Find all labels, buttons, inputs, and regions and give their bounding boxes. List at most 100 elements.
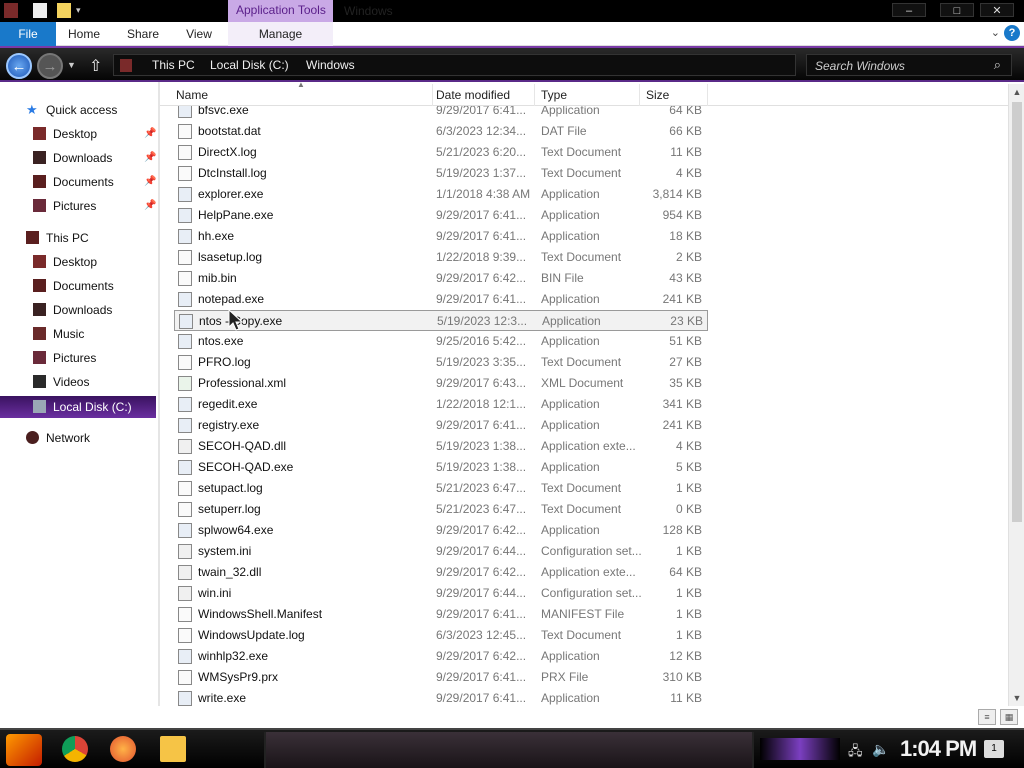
tab-home[interactable]: Home — [60, 22, 108, 46]
nav-quick-access[interactable]: ★ Quick access — [26, 99, 156, 121]
column-type[interactable]: Type — [535, 84, 640, 106]
notification-center-icon[interactable]: 1 — [984, 740, 1004, 758]
file-row[interactable]: ntos - Copy.exe 5/19/2023 12:3... Applicat… — [174, 310, 708, 331]
nav-pc-documents[interactable]: Documents — [33, 275, 156, 297]
back-button[interactable]: ← — [6, 53, 32, 79]
pin-icon: 📌 — [144, 176, 157, 187]
nav-this-pc[interactable]: This PC — [26, 227, 156, 249]
search-input[interactable]: Search Windows ⌕ — [806, 54, 1012, 76]
nav-local-disk[interactable]: Local Disk (C:) — [0, 396, 156, 418]
file-icon — [178, 565, 192, 580]
file-row[interactable]: registry.exe 9/29/2017 6:41... Application… — [174, 415, 708, 436]
search-icon[interactable]: ⌕ — [994, 57, 1001, 73]
nav-pc-music[interactable]: Music — [33, 323, 156, 345]
file-row[interactable]: bootstat.dat 6/3/2023 12:34... DAT File 66 … — [174, 121, 708, 142]
customize-toolbar-icon[interactable]: ▾ — [76, 5, 81, 16]
file-row[interactable]: Professional.xml 9/29/2017 6:43... XML Doc… — [174, 373, 708, 394]
file-row[interactable]: bfsvc.exe 9/29/2017 6:41... Application 64 … — [174, 106, 708, 121]
nav-network[interactable]: Network — [26, 427, 156, 449]
breadcrumb-this-pc[interactable]: This PC — [152, 58, 195, 72]
tab-file[interactable]: File — [0, 22, 56, 46]
file-row[interactable]: hh.exe 9/29/2017 6:41... Application 18 KB — [174, 226, 708, 247]
expand-ribbon-icon[interactable]: ⌄ — [991, 26, 1000, 39]
nav-pc-pictures[interactable]: Pictures — [33, 347, 156, 369]
window-icon — [4, 3, 18, 18]
tab-view[interactable]: View — [176, 22, 222, 46]
tab-share[interactable]: Share — [118, 22, 168, 46]
nav-qa-pictures[interactable]: Pictures 📌 — [33, 195, 156, 217]
nav-qa-downloads[interactable]: Downloads 📌 — [33, 147, 156, 169]
breadcrumb-windows[interactable]: Windows — [306, 58, 355, 72]
file-row[interactable]: explorer.exe 1/1/2018 4:38 AM Application 3… — [174, 184, 708, 205]
file-icon — [178, 628, 192, 643]
file-size: 241 KB — [662, 418, 702, 432]
file-row[interactable]: system.ini 9/29/2017 6:44... Configuration… — [174, 541, 708, 562]
file-icon — [178, 250, 192, 265]
file-row[interactable]: splwow64.exe 9/29/2017 6:42... Application… — [174, 520, 708, 541]
clock[interactable]: 1:04 PM — [900, 736, 977, 762]
file-row[interactable]: WindowsUpdate.log 6/3/2023 12:45... Text D… — [174, 625, 708, 646]
forward-button[interactable]: → — [37, 53, 63, 79]
file-row[interactable]: write.exe 9/29/2017 6:41... Application 11 … — [174, 688, 708, 706]
application-tools-label: Application Tools — [228, 0, 333, 22]
desktop-wallpaper-area — [264, 732, 754, 768]
scroll-up-icon[interactable]: ▲ — [1009, 84, 1024, 100]
file-size: 64 KB — [669, 106, 702, 117]
file-row[interactable]: mib.bin 9/29/2017 6:42... BIN File 43 KB — [174, 268, 708, 289]
file-row[interactable]: setuperr.log 5/21/2023 6:47... Text Docume… — [174, 499, 708, 520]
minimize-button[interactable]: – — [892, 3, 926, 17]
file-explorer-icon[interactable] — [160, 736, 186, 762]
drive-icon — [33, 400, 46, 413]
file-row[interactable]: DirectX.log 5/21/2023 6:20... Text Documen… — [174, 142, 708, 163]
start-icon[interactable] — [6, 734, 42, 766]
nav-qa-documents[interactable]: Documents 📌 — [33, 171, 156, 193]
file-row[interactable]: regedit.exe 1/22/2018 12:1... Application 3… — [174, 394, 708, 415]
recent-locations-icon[interactable]: ▼ — [67, 60, 76, 70]
file-row[interactable]: ntos.exe 9/25/2016 5:42... Application 51 K… — [174, 331, 708, 352]
network-tray-icon[interactable]: 🖧 — [848, 742, 863, 764]
address-field[interactable]: This PC Local Disk (C:) Windows — [113, 54, 796, 76]
nav-qa-desktop[interactable]: Desktop 📌 — [33, 123, 156, 145]
column-size[interactable]: Size — [640, 84, 708, 106]
nav-pc-downloads[interactable]: Downloads — [33, 299, 156, 321]
file-row[interactable]: win.ini 9/29/2017 6:44... Configuration se… — [174, 583, 708, 604]
close-button[interactable]: ✕ — [980, 3, 1014, 17]
tab-manage[interactable]: Manage — [228, 22, 333, 46]
file-icon — [178, 502, 192, 517]
file-row[interactable]: twain_32.dll 9/29/2017 6:42... Application… — [174, 562, 708, 583]
vertical-scrollbar[interactable]: ▲ ▼ — [1008, 84, 1024, 706]
up-arrow-icon[interactable]: ⇧ — [89, 56, 102, 76]
file-row[interactable]: WindowsShell.Manifest 9/29/2017 6:41... MA… — [174, 604, 708, 625]
file-row[interactable]: WMSysPr9.prx 9/29/2017 6:41... PRX File 310… — [174, 667, 708, 688]
nav-pc-videos[interactable]: Videos — [33, 371, 156, 393]
properties-icon[interactable] — [33, 3, 47, 18]
new-folder-icon[interactable] — [57, 3, 71, 18]
file-row[interactable]: notepad.exe 9/29/2017 6:41... Application 2… — [174, 289, 708, 310]
details-view-icon[interactable]: ≡ — [978, 709, 996, 725]
file-row[interactable]: HelpPane.exe 9/29/2017 6:41... Application… — [174, 205, 708, 226]
file-row[interactable]: setupact.log 5/21/2023 6:47... Text Docume… — [174, 478, 708, 499]
file-icon — [179, 314, 193, 329]
file-row[interactable]: PFRO.log 5/19/2023 3:35... Text Document 27… — [174, 352, 708, 373]
file-row[interactable]: SECOH-QAD.exe 5/19/2023 1:38... Applicatio… — [174, 457, 708, 478]
file-row[interactable]: winhlp32.exe 9/29/2017 6:42... Application… — [174, 646, 708, 667]
chrome-icon[interactable] — [62, 736, 88, 762]
file-name: twain_32.dll — [198, 565, 262, 579]
firefox-icon[interactable] — [110, 736, 136, 762]
file-row[interactable]: lsasetup.log 1/22/2018 9:39... Text Docume… — [174, 247, 708, 268]
column-date-modified[interactable]: Date modified — [430, 84, 535, 106]
large-icons-view-icon[interactable]: ▦ — [1000, 709, 1018, 725]
file-date: 6/3/2023 12:34... — [436, 124, 527, 138]
volume-icon[interactable]: 🔈 — [872, 741, 889, 758]
file-row[interactable]: SECOH-QAD.dll 5/19/2023 1:38... Applicatio… — [174, 436, 708, 457]
breadcrumb-local-disk[interactable]: Local Disk (C:) — [210, 58, 289, 72]
nav-pc-desktop[interactable]: Desktop — [33, 251, 156, 273]
file-icon — [178, 229, 192, 244]
file-explorer-window: ▾ Application Tools Windows – □ ✕ File H… — [0, 0, 1024, 768]
scroll-down-icon[interactable]: ▼ — [1009, 690, 1024, 706]
help-button[interactable]: ? — [1004, 25, 1020, 41]
maximize-button[interactable]: □ — [940, 3, 974, 17]
file-icon — [178, 649, 192, 664]
file-row[interactable]: DtcInstall.log 5/19/2023 1:37... Text Docu… — [174, 163, 708, 184]
scrollbar-thumb[interactable] — [1012, 102, 1022, 522]
